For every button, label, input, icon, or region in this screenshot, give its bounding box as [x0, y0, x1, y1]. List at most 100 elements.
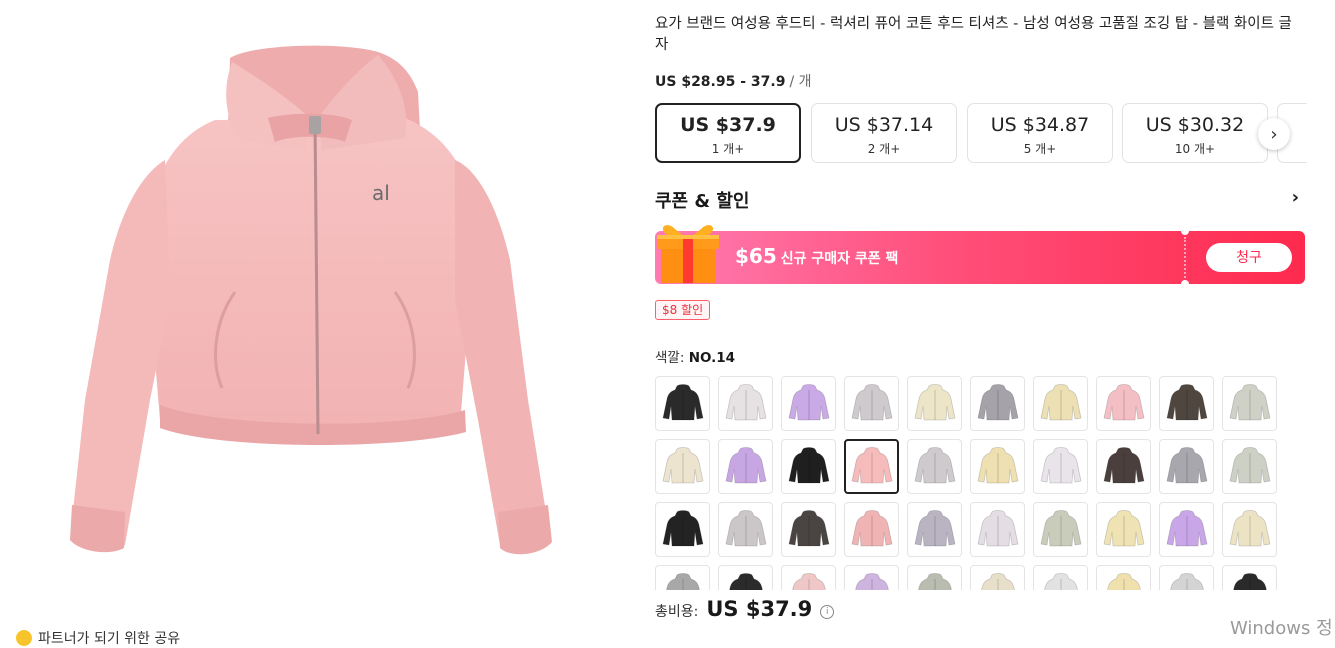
color-swatch[interactable] — [718, 565, 773, 590]
chevron-right-icon[interactable]: › — [1292, 187, 1299, 208]
hoodie-thumbnail-icon — [788, 446, 829, 483]
color-swatch[interactable] — [970, 502, 1025, 557]
hoodie-thumbnail-icon — [914, 383, 955, 420]
color-swatch[interactable] — [655, 502, 710, 557]
ticket-notch-top — [1181, 227, 1189, 235]
windows-activation-watermark: Windows 정 — [1230, 618, 1333, 639]
color-swatch[interactable] — [970, 376, 1025, 431]
color-swatch[interactable] — [1096, 502, 1151, 557]
chevron-right-icon[interactable]: › — [1258, 118, 1290, 150]
hoodie-thumbnail-icon — [788, 383, 829, 420]
price-tier-1[interactable]: US $37.9 1 개+ — [655, 103, 801, 163]
share-partner-link[interactable]: 파트너가 되기 위한 공유 — [16, 628, 180, 648]
hoodie-thumbnail-icon — [662, 446, 703, 483]
hoodie-thumbnail-icon — [851, 383, 892, 420]
hoodie-thumbnail-icon — [851, 509, 892, 546]
product-title: 요가 브랜드 여성용 후드티 - 럭셔리 퓨어 코튼 후드 티셔츠 - 남성 여… — [655, 16, 1292, 53]
price-tier-4[interactable]: US $30.32 10 개+ — [1122, 103, 1268, 163]
color-label-text: 색깔: — [655, 350, 685, 366]
hoodie-thumbnail-icon — [662, 509, 703, 546]
color-swatch[interactable] — [1222, 502, 1277, 557]
selected-color-name: NO.14 — [688, 350, 736, 366]
hoodie-thumbnail-icon — [1229, 509, 1270, 546]
product-image[interactable]: al — [0, 0, 640, 620]
color-swatch[interactable] — [655, 376, 710, 431]
price-range-value: US $28.95 - 37.9 — [655, 74, 786, 90]
color-swatch[interactable] — [1159, 565, 1214, 590]
color-swatch[interactable] — [1033, 565, 1088, 590]
tier-quantity: 5 개+ — [1023, 142, 1057, 156]
gift-box-icon — [657, 225, 719, 283]
hoodie-thumbnail-icon — [851, 446, 892, 483]
color-swatch[interactable] — [718, 376, 773, 431]
tier-quantity: 1 개+ — [711, 142, 745, 156]
color-swatch[interactable] — [1033, 376, 1088, 431]
price-tier-2[interactable]: US $37.14 2 개+ — [811, 103, 957, 163]
tier-quantity: 2 개+ — [867, 142, 901, 156]
color-swatch[interactable] — [1222, 565, 1277, 590]
color-swatch[interactable] — [1033, 502, 1088, 557]
color-swatch[interactable] — [970, 565, 1025, 590]
color-swatch[interactable] — [1096, 376, 1151, 431]
hoodie-thumbnail-icon — [728, 572, 763, 590]
hoodie-thumbnail-icon — [1103, 446, 1144, 483]
hoodie-thumbnail-icon — [1166, 383, 1207, 420]
color-swatch[interactable] — [655, 439, 710, 494]
hoodie-thumbnail-icon — [854, 572, 889, 590]
share-text: 파트너가 되기 위한 공유 — [38, 631, 181, 647]
color-swatch[interactable] — [844, 565, 899, 590]
color-swatch[interactable] — [781, 376, 836, 431]
color-swatch[interactable] — [907, 439, 962, 494]
claim-coupon-button[interactable]: 청구 — [1206, 243, 1292, 272]
color-swatch[interactable] — [655, 565, 710, 590]
hoodie-thumbnail-icon — [1103, 509, 1144, 546]
coupon-section-header[interactable]: 쿠폰 & 할인 › — [655, 187, 1305, 213]
color-swatch[interactable] — [970, 439, 1025, 494]
hoodie-thumbnail-icon — [977, 509, 1018, 546]
color-swatch[interactable] — [1159, 376, 1214, 431]
color-swatch[interactable] — [844, 439, 899, 494]
hoodie-thumbnail-icon — [665, 572, 700, 590]
price-tier-3[interactable]: US $34.87 5 개+ — [967, 103, 1113, 163]
info-icon[interactable]: i — [820, 605, 835, 619]
svg-text:al: al — [372, 181, 390, 205]
hoodie-thumbnail-icon — [1232, 572, 1267, 590]
tier-price: US $30.32 — [1145, 114, 1245, 136]
color-swatch[interactable] — [907, 565, 962, 590]
color-swatch[interactable] — [1096, 565, 1151, 590]
color-swatch[interactable] — [1222, 439, 1277, 494]
color-swatch[interactable] — [1222, 376, 1277, 431]
color-swatch[interactable] — [844, 502, 899, 557]
total-cost: 총비용: US $37.9 i — [655, 597, 835, 621]
color-swatch[interactable] — [907, 376, 962, 431]
hoodie-thumbnail-icon — [1043, 572, 1078, 590]
hoodie-thumbnail-icon — [1229, 446, 1270, 483]
hoodie-thumbnail-icon — [1106, 572, 1141, 590]
hoodie-thumbnail-icon — [977, 383, 1018, 420]
color-swatch[interactable] — [1096, 439, 1151, 494]
color-swatch[interactable] — [781, 502, 836, 557]
hoodie-thumbnail-icon — [725, 509, 766, 546]
coupon-amount: $65 — [735, 244, 777, 268]
color-swatch[interactable] — [1033, 439, 1088, 494]
hoodie-thumbnail-icon — [1040, 383, 1081, 420]
color-swatch[interactable] — [781, 439, 836, 494]
total-label: 총비용: — [655, 604, 699, 620]
new-buyer-coupon-banner[interactable]: $65 신규 구매자 쿠폰 팩 청구 — [655, 225, 1305, 288]
color-swatch[interactable] — [718, 439, 773, 494]
color-swatch[interactable] — [1159, 502, 1214, 557]
price-tier-list: US $37.9 1 개+ US $37.14 2 개+ US $34.87 5… — [655, 103, 1307, 165]
color-swatch[interactable] — [718, 502, 773, 557]
coupon-heading: 쿠폰 & 할인 — [655, 191, 750, 212]
tier-quantity: 10 개+ — [1174, 142, 1216, 156]
hoodie-thumbnail-icon — [791, 572, 826, 590]
ticket-notch-bottom — [1181, 280, 1189, 288]
smile-icon — [16, 630, 32, 646]
color-swatch[interactable] — [781, 565, 836, 590]
color-swatch[interactable] — [907, 502, 962, 557]
hoodie-thumbnail-icon — [1040, 509, 1081, 546]
color-swatch[interactable] — [844, 376, 899, 431]
hoodie-thumbnail-icon — [1229, 383, 1270, 420]
color-swatch[interactable] — [1159, 439, 1214, 494]
hoodie-thumbnail-icon — [917, 572, 952, 590]
